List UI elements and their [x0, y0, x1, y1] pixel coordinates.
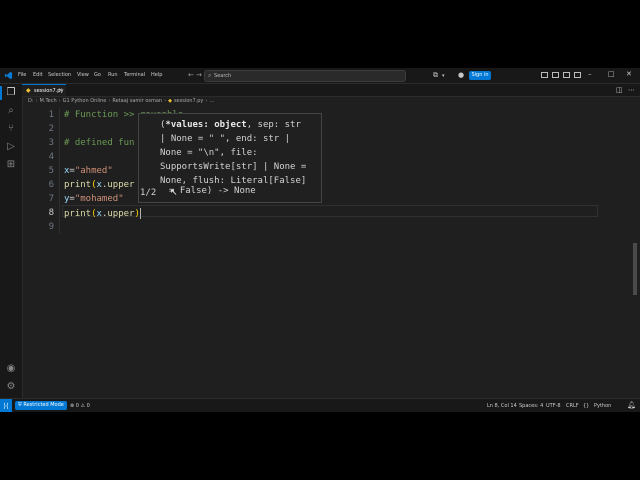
accounts-icon[interactable]: ◉ — [4, 362, 18, 376]
signature-text: (*values: object, sep: str | None = " ",… — [160, 120, 307, 186]
breadcrumb-file[interactable]: session7.py — [174, 98, 203, 104]
breadcrumb-mtech[interactable]: M.Tech — [40, 98, 57, 104]
source-control-icon[interactable]: ⑂ — [4, 122, 18, 136]
problems-indicator[interactable]: ⊗ 0 ⚠ 0 — [70, 403, 90, 409]
copilot-icon[interactable]: ⧉ — [433, 71, 438, 80]
close-icon[interactable]: ✕ — [626, 70, 632, 78]
active-indicator — [0, 86, 2, 100]
remote-indicator-icon[interactable]: ⟩⟨ — [0, 399, 12, 412]
menu-edit[interactable]: Edit — [33, 72, 43, 78]
language-braces-icon[interactable]: {} — [583, 403, 589, 409]
code-line-6[interactable]: print(x.upper — [64, 180, 134, 190]
extensions-icon[interactable]: ⊞ — [4, 158, 18, 172]
current-line-highlight — [62, 205, 598, 217]
breadcrumb-file-icon: ◆ — [168, 98, 172, 104]
breadcrumb: D: › M.Tech › G1 Python Online › Retaaj samir … — [28, 98, 215, 104]
text-caret — [139, 208, 141, 219]
code-editor[interactable]: 1 2 3 4 5 6 7 8 9 # Function >> reusable… — [22, 108, 640, 398]
minimize-icon[interactable]: – — [588, 70, 592, 78]
signature-help-tail: = False) -> None — [169, 186, 256, 196]
language-mode[interactable]: Python — [594, 403, 611, 409]
run-debug-icon[interactable]: ▷ — [4, 140, 18, 154]
menu-selection[interactable]: Selection — [48, 72, 71, 78]
vertical-scrollbar[interactable] — [630, 108, 640, 398]
line-number: 4 — [48, 152, 54, 162]
account-icon[interactable]: ● — [458, 71, 464, 79]
tab-session7[interactable]: ◆ session7.py × — [22, 84, 66, 96]
search-icon: ⌕ — [208, 72, 212, 79]
tab-close-icon[interactable]: × — [58, 87, 63, 94]
breadcrumb-g1-python-online[interactable]: G1 Python Online — [63, 98, 107, 104]
line-number: 6 — [48, 180, 54, 190]
toggle-secondary-sidebar-icon[interactable] — [563, 72, 570, 78]
menu-view[interactable]: View — [77, 72, 89, 78]
line-number: 1 — [48, 110, 54, 120]
signature-overload-counter[interactable]: 1/2 — [140, 188, 156, 198]
code-line-5[interactable]: x="ahmed" — [64, 166, 113, 176]
menu-run[interactable]: Run — [108, 72, 118, 78]
encoding[interactable]: UTF-8 — [546, 403, 561, 409]
line-number-current: 8 — [48, 208, 54, 218]
notifications-bell-icon[interactable]: 🔔︎ — [627, 401, 636, 409]
vscode-window: File Edit Selection View Go Run Terminal… — [0, 68, 640, 412]
indentation[interactable]: Spaces: 4 — [519, 403, 543, 409]
customize-layout-icon[interactable] — [574, 72, 581, 78]
menu-terminal[interactable]: Terminal — [124, 72, 145, 78]
search-view-icon[interactable]: ⌕ — [4, 104, 18, 118]
line-number: 7 — [48, 194, 54, 204]
search-placeholder: Search — [214, 73, 232, 79]
manage-gear-icon[interactable]: ⚙ — [4, 380, 18, 394]
status-bar: ⟩⟨ ⛨ Restricted Mode ⊗ 0 ⚠ 0 Ln 8, Col 1… — [0, 398, 640, 412]
explorer-icon[interactable]: ❐ — [4, 86, 18, 100]
maximize-icon[interactable]: □ — [608, 70, 615, 78]
code-line-3[interactable]: # defined fun — [64, 138, 134, 148]
toggle-primary-sidebar-icon[interactable] — [541, 72, 548, 78]
command-center-search[interactable]: ⌕ Search — [204, 70, 406, 82]
line-ending[interactable]: CRLF — [566, 403, 579, 409]
python-file-icon: ◆ — [26, 87, 31, 94]
menu-help[interactable]: Help — [151, 72, 162, 78]
breadcrumb-drive[interactable]: D: — [28, 98, 34, 104]
split-editor-icon[interactable]: ◫ — [616, 86, 623, 94]
nav-forward-icon[interactable]: → — [196, 71, 202, 79]
line-number: 9 — [48, 222, 54, 232]
line-number: 3 — [48, 138, 54, 148]
menu-go[interactable]: Go — [94, 72, 101, 78]
sign-in-button[interactable]: Sign in — [469, 71, 491, 80]
gutter-divider — [59, 108, 60, 234]
scrollbar-thumb[interactable] — [633, 243, 637, 295]
restricted-mode-label: Restricted Mode — [23, 402, 64, 408]
breadcrumb-retaaj-folder[interactable]: Retaaj samir osman — [112, 98, 162, 104]
nav-back-icon[interactable]: ← — [188, 71, 194, 79]
line-number: 2 — [48, 124, 54, 134]
line-number: 5 — [48, 166, 54, 176]
code-line-7[interactable]: y="mohamed" — [64, 194, 124, 204]
cursor-position[interactable]: Ln 8, Col 14 — [487, 403, 517, 409]
copilot-dropdown-icon[interactable]: ▾ — [442, 73, 445, 79]
breadcrumb-more[interactable]: ... — [209, 98, 214, 104]
more-actions-icon[interactable]: ⋯ — [628, 86, 635, 94]
shield-icon: ⛨ — [18, 402, 22, 408]
activity-bar: ❐ ⌕ ⑂ ▷ ⊞ ◉ ⚙ — [0, 84, 23, 398]
menu-file[interactable]: File — [18, 72, 26, 78]
toggle-panel-icon[interactable] — [552, 72, 559, 78]
editor-tabs: ◆ session7.py × ◫ ⋯ — [22, 84, 640, 97]
code-line-8[interactable]: print(x.upper) — [64, 208, 141, 219]
vscode-logo-icon — [4, 71, 13, 80]
restricted-mode-badge[interactable]: ⛨ Restricted Mode — [15, 401, 67, 410]
title-bar: File Edit Selection View Go Run Terminal… — [0, 68, 640, 84]
